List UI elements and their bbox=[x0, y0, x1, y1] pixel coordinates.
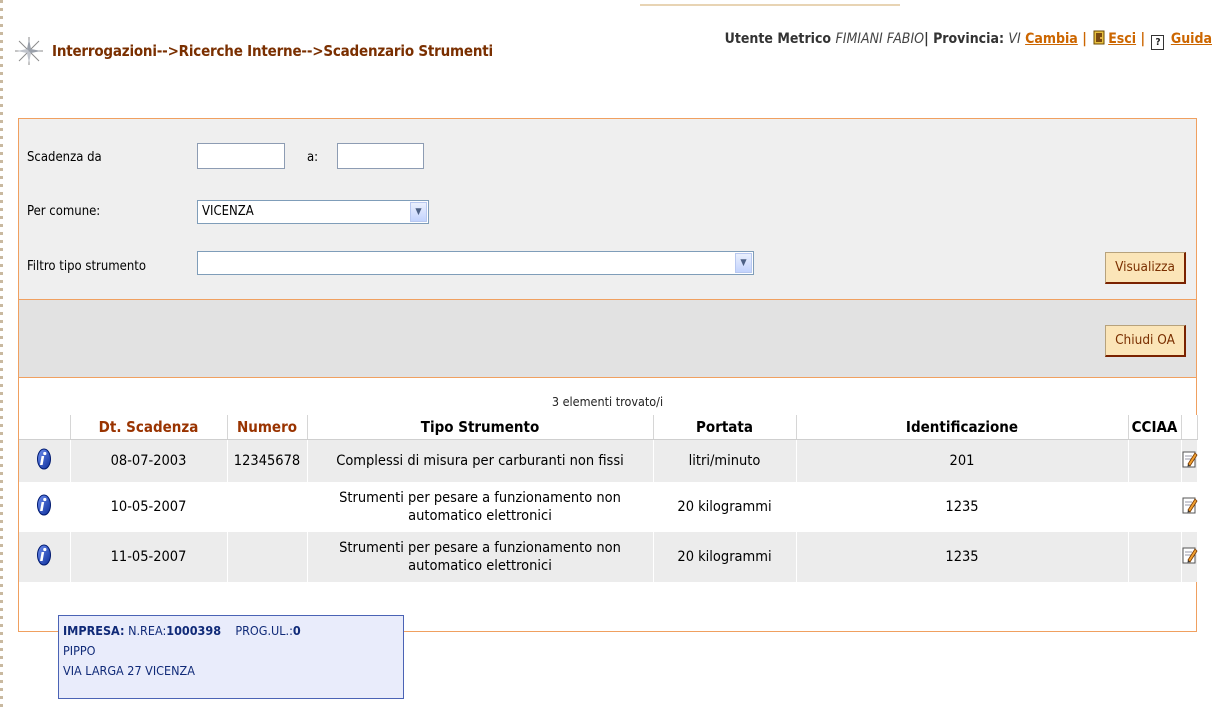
col-identificazione: Identificazione bbox=[796, 415, 1129, 440]
cell-cciaa bbox=[1128, 439, 1182, 482]
cell-tipo-strumento: Strumenti per pesare a funzionamento non… bbox=[307, 532, 654, 582]
info-icon[interactable] bbox=[19, 532, 71, 582]
comune-select[interactable]: VICENZA ▼ bbox=[197, 200, 429, 224]
breadcrumb: Interrogazioni-->Ricerche Interne-->Scad… bbox=[14, 36, 493, 66]
tooltip-address: VIA LARGA 27 VICENZA bbox=[63, 663, 195, 678]
cell-tipo-strumento: Strumenti per pesare a funzionamento non… bbox=[307, 482, 654, 532]
cell-identificazione: 1235 bbox=[796, 532, 1129, 582]
table-row: 08-07-2003 12345678 Complessi di misura pe… bbox=[19, 439, 1198, 482]
impresa-label: IMPRESA: bbox=[63, 623, 125, 638]
compass-icon bbox=[15, 37, 43, 65]
table-row: 11-05-2007 Strumenti per pesare a funzion… bbox=[19, 532, 1198, 582]
table-row: 10-05-2007 Strumenti per pesare a funzion… bbox=[19, 482, 1198, 532]
info-icon[interactable] bbox=[19, 482, 71, 532]
col-info bbox=[19, 415, 71, 440]
col-numero[interactable]: Numero bbox=[227, 415, 308, 440]
chevron-down-icon[interactable]: ▼ bbox=[410, 202, 427, 222]
provincia-value: VI bbox=[1008, 31, 1021, 47]
chiudi-oa-button[interactable]: Chiudi OA bbox=[1105, 325, 1186, 357]
cell-numero bbox=[227, 532, 308, 582]
tooltip-name: PIPPO bbox=[63, 643, 96, 658]
esci-link[interactable]: Esci bbox=[1108, 31, 1136, 47]
cell-portata: 20 kilogrammi bbox=[653, 482, 797, 532]
impresa-tooltip: IMPRESA: N.REA:1000398 PROG.UL.:0 PIPPO … bbox=[58, 615, 404, 699]
esci-door-icon[interactable] bbox=[1093, 30, 1106, 45]
provincia-label: Provincia: bbox=[933, 31, 1004, 47]
top-divider bbox=[640, 4, 900, 6]
guida-help-icon[interactable]: ? bbox=[1151, 35, 1165, 50]
nrea-label: N.REA: bbox=[128, 623, 167, 638]
comune-select-value: VICENZA bbox=[202, 204, 254, 219]
page-title: Interrogazioni-->Ricerche Interne-->Scad… bbox=[52, 42, 493, 60]
cell-cciaa bbox=[1128, 532, 1182, 582]
scadenza-a-input[interactable] bbox=[337, 143, 424, 169]
left-border bbox=[0, 0, 3, 710]
cell-portata: litri/minuto bbox=[653, 439, 797, 482]
edit-icon[interactable] bbox=[1181, 482, 1198, 532]
progul-value: 0 bbox=[292, 623, 301, 638]
col-edit bbox=[1181, 415, 1198, 440]
results-panel: 3 elementi trovato/i Dt. Scadenza Numero… bbox=[18, 378, 1198, 632]
tipo-strumento-label: Filtro tipo strumento bbox=[27, 259, 147, 274]
user-label: Utente Metrico bbox=[724, 31, 832, 47]
cell-tipo-strumento: Complessi di misura per carburanti non f… bbox=[307, 439, 654, 482]
tipo-strumento-select[interactable]: ▼ bbox=[197, 251, 754, 275]
edit-icon[interactable] bbox=[1181, 439, 1198, 482]
edit-icon[interactable] bbox=[1181, 532, 1198, 582]
comune-label: Per comune: bbox=[27, 204, 101, 219]
cambia-link[interactable]: Cambia bbox=[1025, 31, 1078, 47]
col-cciaa: CCIAA bbox=[1128, 415, 1182, 440]
user-bar: Utente Metrico FIMIANI FABIO| Provincia:… bbox=[724, 30, 1212, 50]
cell-numero bbox=[227, 482, 308, 532]
progul-label: PROG.UL.: bbox=[235, 623, 293, 638]
col-portata: Portata bbox=[653, 415, 797, 440]
guida-link[interactable]: Guida bbox=[1171, 31, 1212, 47]
visualizza-button[interactable]: Visualizza bbox=[1105, 252, 1186, 284]
results-count: 3 elementi trovato/i bbox=[551, 394, 664, 409]
scadenza-da-input[interactable] bbox=[197, 143, 285, 169]
a-label: a: bbox=[307, 150, 319, 165]
col-tipo-strumento: Tipo Strumento bbox=[307, 415, 654, 440]
cell-dt-scadenza: 11-05-2007 bbox=[70, 532, 228, 582]
info-icon[interactable] bbox=[19, 439, 71, 482]
cell-dt-scadenza: 10-05-2007 bbox=[70, 482, 228, 532]
cell-identificazione: 1235 bbox=[796, 482, 1129, 532]
cell-portata: 20 kilogrammi bbox=[653, 532, 797, 582]
filter-panel: Scadenza da a: Per comune: VICENZA ▼ Fil… bbox=[18, 118, 1197, 300]
table-header-row: Dt. Scadenza Numero Tipo Strumento Porta… bbox=[19, 415, 1198, 440]
tooltip-line-1: IMPRESA: N.REA:1000398 PROG.UL.:0 bbox=[63, 621, 399, 641]
cell-identificazione: 201 bbox=[796, 439, 1129, 482]
chevron-down-icon[interactable]: ▼ bbox=[735, 253, 752, 273]
cell-cciaa bbox=[1128, 482, 1182, 532]
col-dt-scadenza[interactable]: Dt. Scadenza bbox=[70, 415, 228, 440]
cell-numero: 12345678 bbox=[227, 439, 308, 482]
actions-panel: Chiudi OA bbox=[18, 300, 1197, 378]
user-name: FIMIANI FABIO bbox=[835, 31, 925, 47]
cell-dt-scadenza: 08-07-2003 bbox=[70, 439, 228, 482]
nrea-value: 1000398 bbox=[166, 623, 222, 638]
results-table: Dt. Scadenza Numero Tipo Strumento Porta… bbox=[19, 415, 1198, 582]
scadenza-da-label: Scadenza da bbox=[27, 150, 102, 165]
